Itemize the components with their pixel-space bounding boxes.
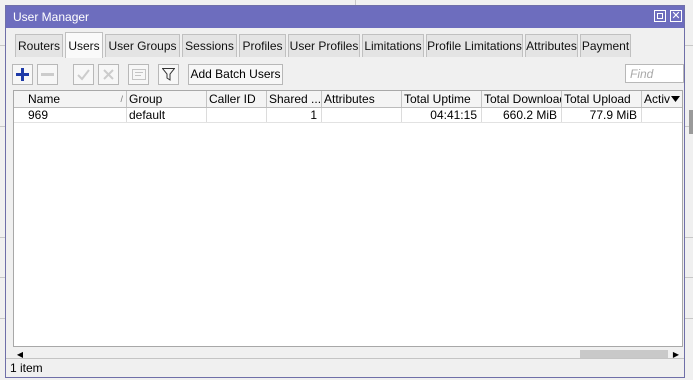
column-header-total-uptime[interactable]: Total Uptime <box>402 91 482 107</box>
tab-limitations[interactable]: Limitations <box>362 34 424 57</box>
cell-group: default <box>127 108 207 122</box>
user-manager-window: User Manager ✕ Routers Users User Groups… <box>5 5 685 378</box>
sort-icon: / <box>120 94 123 104</box>
cross-icon <box>103 69 114 80</box>
title-bar[interactable]: User Manager ✕ <box>6 6 684 28</box>
filter-icon <box>162 68 175 81</box>
find-input[interactable] <box>625 64 684 83</box>
maximize-icon[interactable] <box>654 10 666 22</box>
tab-user-groups[interactable]: User Groups <box>105 34 180 57</box>
column-header-group[interactable]: Group <box>127 91 207 107</box>
cell-shared: 1 <box>267 108 322 122</box>
tab-user-profiles[interactable]: User Profiles <box>288 34 360 57</box>
disable-button[interactable] <box>98 64 119 85</box>
enable-button[interactable] <box>73 64 94 85</box>
filter-button[interactable] <box>158 64 179 85</box>
tab-users[interactable]: Users <box>65 32 103 58</box>
tab-sessions[interactable]: Sessions <box>182 34 237 57</box>
cell-caller-id <box>207 108 267 122</box>
add-button[interactable] <box>12 64 33 85</box>
add-batch-users-button[interactable]: Add Batch Users <box>188 64 283 85</box>
remove-button[interactable] <box>37 64 58 85</box>
cell-total-uptime: 04:41:15 <box>402 108 482 122</box>
column-header-attributes[interactable]: Attributes <box>322 91 402 107</box>
tab-payment[interactable]: Payment <box>580 34 631 57</box>
tab-routers[interactable]: Routers <box>15 34 63 57</box>
column-header-shared[interactable]: Shared ... <box>267 91 322 107</box>
minus-icon <box>41 73 54 76</box>
tab-attributes[interactable]: Attributes <box>525 34 578 57</box>
plus-icon <box>16 68 29 81</box>
chevron-down-icon <box>670 96 680 102</box>
close-icon[interactable]: ✕ <box>670 10 682 22</box>
columns-menu-button[interactable] <box>668 91 682 107</box>
comment-icon <box>131 68 146 80</box>
table-header: Name / Group Caller ID Shared ... Attrib… <box>14 91 682 108</box>
cell-name: 969 <box>14 108 127 122</box>
tab-profiles[interactable]: Profiles <box>239 34 286 57</box>
table-row[interactable]: 969 default 1 04:41:15 660.2 MiB 77.9 Mi… <box>14 108 682 123</box>
comment-button[interactable] <box>128 64 149 85</box>
cell-attributes <box>322 108 402 122</box>
cell-active <box>642 108 682 122</box>
column-header-label: Name <box>28 92 61 106</box>
users-table: Name / Group Caller ID Shared ... Attrib… <box>13 90 683 347</box>
column-header-active[interactable]: Activ <box>642 91 670 107</box>
column-header-total-download[interactable]: Total Download <box>482 91 562 107</box>
column-header-caller-id[interactable]: Caller ID <box>207 91 267 107</box>
column-header-total-upload[interactable]: Total Upload <box>562 91 642 107</box>
check-icon <box>77 69 90 81</box>
background-line <box>689 110 693 134</box>
tab-profile-limitations[interactable]: Profile Limitations <box>426 34 523 57</box>
cell-total-upload: 77.9 MiB <box>562 108 642 122</box>
column-header-name[interactable]: Name / <box>14 91 127 107</box>
cell-total-download: 660.2 MiB <box>482 108 562 122</box>
status-bar: 1 item <box>6 358 684 377</box>
window-title: User Manager <box>13 10 90 24</box>
item-count: 1 item <box>10 361 43 375</box>
